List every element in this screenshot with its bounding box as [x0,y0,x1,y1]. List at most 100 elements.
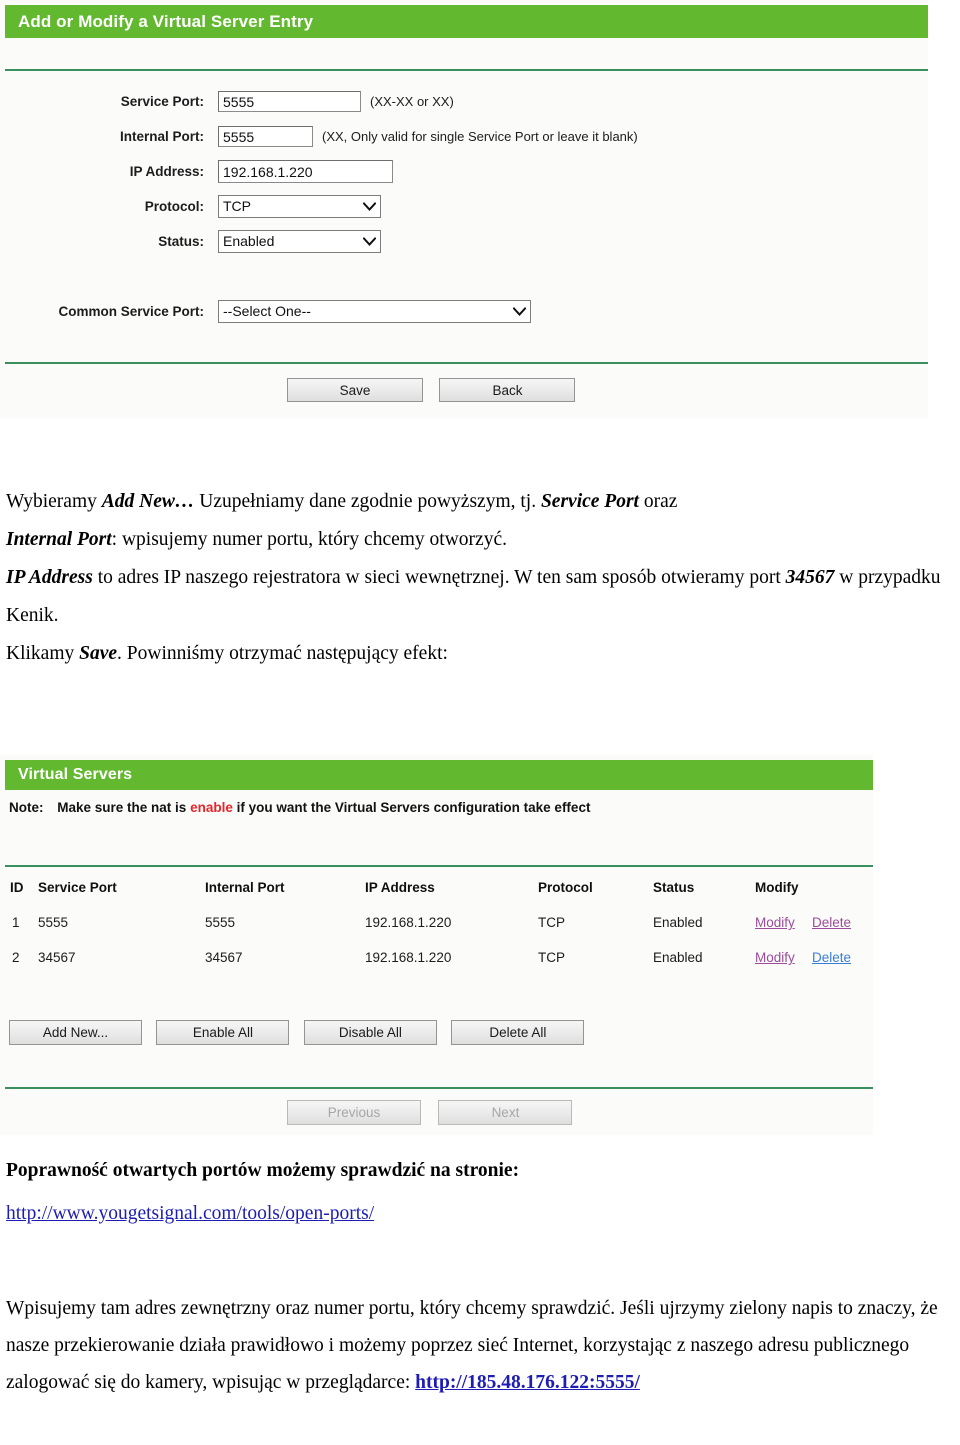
note-text-part1: Make sure the nat is [57,800,191,815]
cell-ip-address: 192.168.1.220 [365,915,452,930]
modify-link[interactable]: Modify [755,950,795,965]
panel-title: Add or Modify a Virtual Server Entry [18,11,314,31]
open-ports-tool-link[interactable]: http://www.yougetsignal.com/tools/open-p… [6,1203,374,1224]
text-fragment: to adres IP naszego rejestratora w sieci… [92,567,786,588]
cell-service-port: 5555 [38,915,69,930]
virtual-servers-table: ID Service Port Internal Port IP Address… [0,880,873,985]
table-row: 2 34567 34567 192.168.1.220 TCP Enabled … [0,950,873,985]
text-fragment: : wpisujemy numer portu, który chcemy ot… [111,529,507,550]
chevron-down-icon [363,236,376,246]
modify-link[interactable]: Modify [755,915,795,930]
ip-address-label: IP Address: [129,163,204,179]
protocol-selected-value: TCP [223,198,251,214]
note-keyword-enable: enable [190,800,233,815]
text-fragment: oraz [638,491,678,512]
keyword-add-new: Add New… [101,491,195,512]
field-row-service-port: Service Port: 5555 (XX-XX or XX) [0,90,454,112]
disable-all-button[interactable]: Disable All [303,1020,437,1045]
cell-ip-address: 192.168.1.220 [365,950,452,965]
paragraph-instructions-1: Wybieramy Add New… Uzupełniamy dane zgod… [6,483,950,559]
keyword-ip-address: IP Address [6,567,93,588]
service-port-hint: (XX-XX or XX) [370,93,454,109]
column-header-internal-port: Internal Port [205,880,285,895]
nat-note: Note: Make sure the nat is enable if you… [9,800,590,815]
common-service-port-select[interactable]: --Select One-- [218,299,531,323]
common-service-port-label: Common Service Port: [58,303,204,319]
ip-address-input[interactable]: 192.168.1.220 [218,159,393,183]
enable-all-button[interactable]: Enable All [156,1020,290,1045]
internal-port-input[interactable]: 5555 [218,125,313,147]
field-row-ip-address: IP Address: 192.168.1.220 [0,159,393,183]
keyword-service-port: Service Port [540,491,639,512]
cell-status: Enabled [653,950,703,965]
column-header-status: Status [653,880,695,895]
divider-top [5,865,873,867]
column-header-ip-address: IP Address [365,880,435,895]
keyword-port-34567: 34567 [785,567,835,588]
previous-button[interactable]: Previous [287,1100,421,1125]
chevron-down-icon [363,201,376,211]
paragraph-instructions-2: IP Address to adres IP naszego rejestrat… [6,559,950,635]
field-row-internal-port: Internal Port: 5555 (XX, Only valid for … [0,125,638,147]
panel-title: Virtual Servers [18,766,133,783]
note-prefix: Note: [9,800,44,815]
back-button[interactable]: Back [439,378,576,402]
bulk-actions: Add New... Enable All Disable All Delete… [9,1020,585,1045]
chevron-down-icon [513,306,526,316]
cell-internal-port: 5555 [205,915,236,930]
cell-id: 2 [12,950,20,965]
link-row-tool: http://www.yougetsignal.com/tools/open-p… [6,1195,950,1233]
column-header-service-port: Service Port [38,880,117,895]
next-button[interactable]: Next [438,1100,573,1125]
column-header-protocol: Protocol [538,880,593,895]
screenshot-virtual-servers-list: Virtual Servers Note: Make sure the nat … [0,755,873,1135]
cell-protocol: TCP [538,950,565,965]
panel-title-bar: Add or Modify a Virtual Server Entry [5,5,928,38]
cell-id: 1 [12,915,20,930]
add-new-button[interactable]: Add New... [9,1020,142,1045]
status-label: Status: [158,233,204,249]
text-fragment: Uzupełniamy dane zgodnie powyższym, tj. [194,491,541,512]
table-row: 1 5555 5555 192.168.1.220 TCP Enabled Mo… [0,915,873,950]
cell-protocol: TCP [538,915,565,930]
keyword-internal-port: Internal Port [6,529,112,550]
form-actions: Save Back [287,378,576,402]
note-text-part2: if you want the Virtual Servers configur… [232,800,591,815]
service-port-label: Service Port: [120,93,204,109]
delete-link[interactable]: Delete [812,950,851,965]
divider-bottom [5,1087,873,1089]
internal-port-label: Internal Port: [119,128,204,144]
status-selected-value: Enabled [223,233,275,249]
divider-top [5,69,928,71]
delete-link[interactable]: Delete [812,915,851,930]
protocol-select[interactable]: TCP [218,194,381,218]
paragraph-instructions-4: Wpisujemy tam adres zewnętrzny oraz nume… [6,1290,950,1401]
delete-all-button[interactable]: Delete All [451,1020,585,1045]
common-service-port-selected-value: --Select One-- [223,303,311,319]
panel-title-bar: Virtual Servers [5,760,873,790]
field-row-status: Status: Enabled [0,229,381,253]
camera-address-link[interactable]: http://185.48.176.122:5555/ [415,1372,640,1393]
column-header-id: ID [10,880,24,895]
cell-status: Enabled [653,915,703,930]
screenshot-add-virtual-server-entry: Add or Modify a Virtual Server Entry Ser… [0,0,928,418]
service-port-input[interactable]: 5555 [218,90,361,112]
field-row-protocol: Protocol: TCP [0,194,381,218]
column-header-modify: Modify [755,880,799,895]
keyword-save: Save [79,643,118,664]
table-header-row: ID Service Port Internal Port IP Address… [0,880,873,915]
text-fragment: Wybieramy [6,491,102,512]
field-row-common-service-port: Common Service Port: --Select One-- [0,299,531,323]
internal-port-hint: (XX, Only valid for single Service Port … [322,128,638,144]
status-select[interactable]: Enabled [218,229,381,253]
text-fragment: . Powinniśmy otrzymać następujący efekt: [117,643,448,664]
protocol-label: Protocol: [144,198,204,214]
text-fragment: Klikamy [6,643,80,664]
divider-bottom [5,362,928,364]
pagination-controls: Previous Next [287,1100,573,1125]
save-button[interactable]: Save [287,378,423,402]
cell-service-port: 34567 [38,950,76,965]
cell-internal-port: 34567 [205,950,243,965]
heading-check-ports: Poprawność otwartych portów możemy spraw… [6,1160,520,1181]
paragraph-instructions-3: Klikamy Save. Powinniśmy otrzymać następ… [6,635,950,673]
